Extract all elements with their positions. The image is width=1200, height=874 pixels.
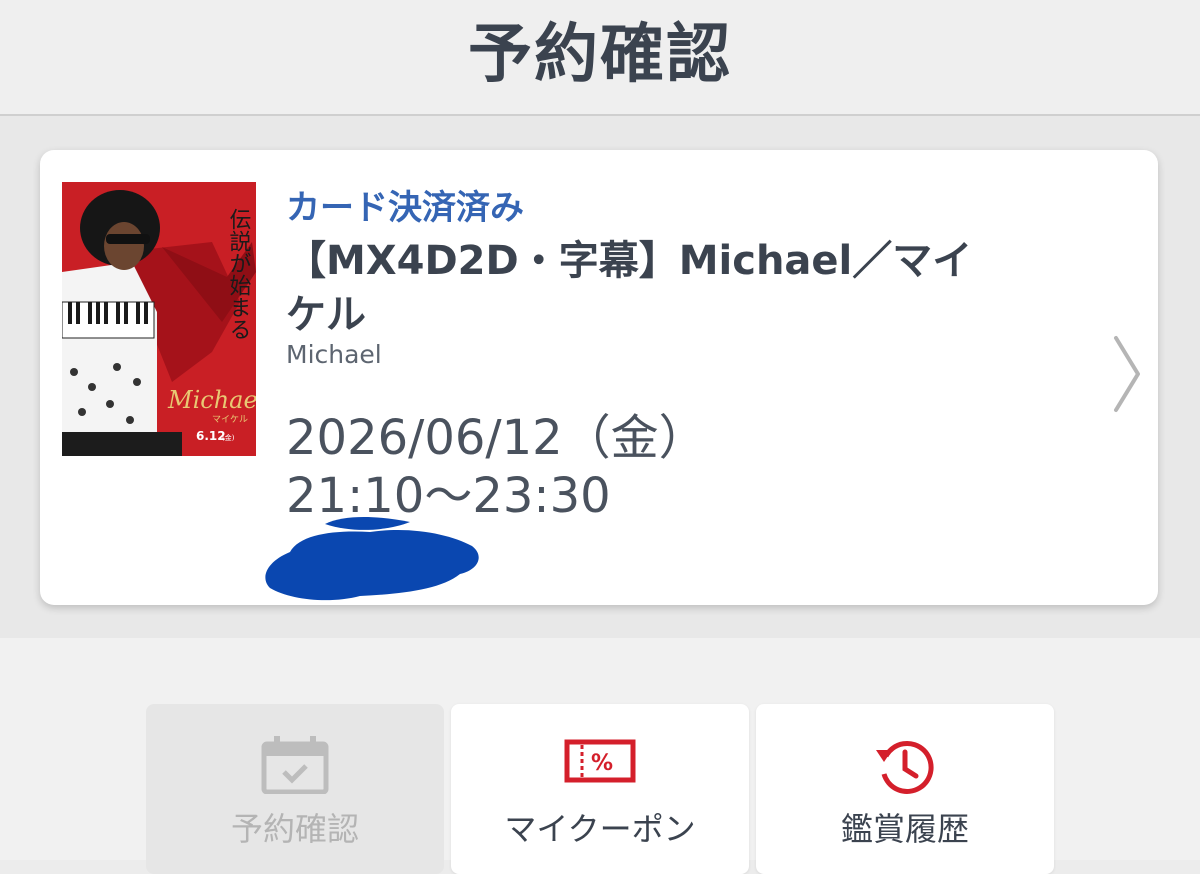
payment-status: カード決済済み	[286, 188, 524, 228]
tab-coupon-label: マイクーポン	[504, 810, 696, 848]
movie-poster: 伝説が始まる Michael マイケル 6.12 (金)	[62, 182, 256, 456]
tab-history-label: 鑑賞履歴	[840, 810, 969, 848]
coupon-icon: %	[564, 739, 636, 783]
history-clock-icon	[876, 741, 934, 794]
tab-history[interactable]: 鑑賞履歴	[756, 704, 1054, 874]
tab-coupon[interactable]: % マイクーポン	[451, 704, 749, 874]
svg-text:%: %	[591, 751, 613, 776]
movie-original-title: Michael	[286, 340, 382, 369]
chevron-right-icon[interactable]	[1110, 334, 1144, 414]
show-date: 2026/06/12（金）	[286, 410, 707, 466]
poster-release-suffix: (金)	[222, 433, 235, 442]
page-title: 予約確認	[468, 18, 732, 92]
poster-logo-ja: マイケル	[212, 414, 248, 425]
redaction-mark	[265, 517, 479, 601]
calendar-check-icon	[261, 736, 329, 794]
poster-tagline: 伝説が始まる	[226, 208, 252, 340]
tab-reservation[interactable]: 予約確認	[146, 704, 444, 874]
movie-title: 【MX4D2D・字幕】Michael／マイケル	[286, 238, 973, 338]
reservation-card[interactable]: 伝説が始まる Michael マイケル 6.12 (金) カード決済済み 【MX…	[40, 150, 1158, 605]
tab-reservation-label: 予約確認	[230, 810, 359, 848]
page-header: 予約確認	[0, 0, 1200, 116]
poster-logo: Michael	[167, 386, 256, 414]
